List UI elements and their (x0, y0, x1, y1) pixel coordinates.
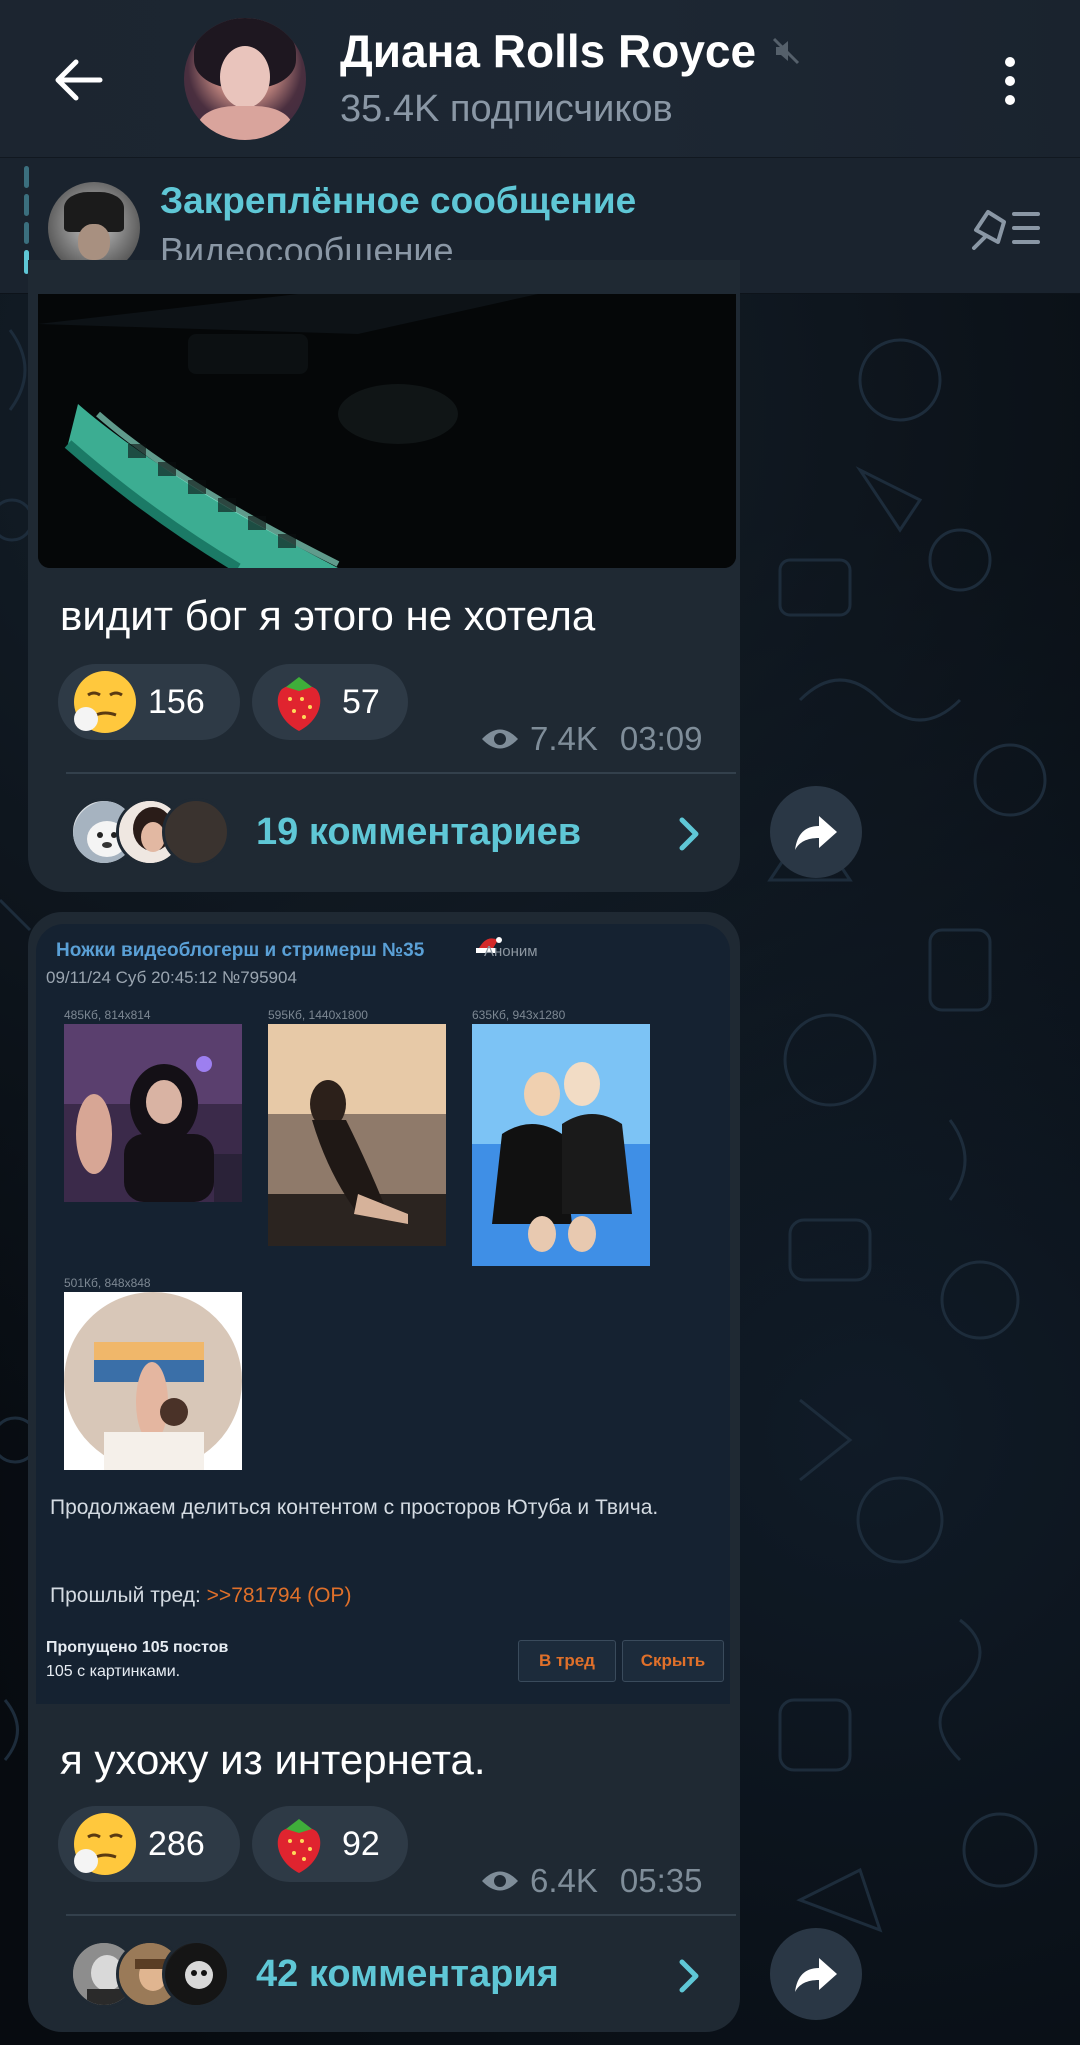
to-thread-button[interactable]: В тред (518, 1640, 616, 1682)
view-count: 6.4K (530, 1862, 598, 1899)
chat-header: Диана Rolls Royce 35.4K подписчиков (0, 0, 1080, 158)
divider (66, 1914, 736, 1916)
skipped-line: Пропущено 105 постов (46, 1639, 229, 1656)
post-title: Ножки видеоблогерш и стримерш №35 (56, 940, 425, 961)
skipped-line: 105 с картинками. (46, 1663, 181, 1680)
strawberry-icon (277, 1819, 321, 1873)
message-meta: 7.4K 03:09 (480, 720, 702, 758)
hide-button[interactable]: Скрыть (622, 1640, 724, 1682)
post-body-text: Продолжаем делиться контентом с просторо… (50, 1496, 659, 1519)
comments-count-label: 42 комментария (256, 1952, 559, 1995)
share-arrow-icon (795, 1958, 837, 1992)
back-button[interactable] (48, 50, 108, 110)
eye-icon (482, 1871, 518, 1891)
pin-indicator (24, 222, 29, 244)
post-image[interactable] (472, 1024, 650, 1266)
reaction-chip[interactable]: 92 (252, 1806, 408, 1882)
reaction-chip[interactable]: 286 (58, 1806, 240, 1882)
reaction-chip[interactable]: 57 (252, 664, 408, 740)
file-info: 501Кб, 848x848 (64, 1276, 151, 1290)
message-text: я ухожу из интернета. (60, 1736, 486, 1783)
unamused-face-icon (74, 671, 136, 733)
post-image[interactable] (268, 1024, 446, 1246)
strawberry-icon (277, 677, 321, 731)
forward-button[interactable] (770, 1928, 862, 2020)
previous-thread: Прошлый тред: >>781794 (OP) (50, 1584, 351, 1608)
post-date: 09/11/24 Суб 20:45:12 №795904 (46, 968, 297, 987)
more-menu-button[interactable] (990, 46, 1030, 116)
post-author: Аноним (484, 943, 538, 960)
pin-indicator (24, 194, 29, 216)
file-info: 635Кб, 943x1280 (472, 1008, 566, 1022)
file-info: 485Кб, 814x814 (64, 1008, 151, 1022)
reaction-count: 156 (148, 682, 205, 721)
dot-icon (1005, 95, 1015, 105)
post-image[interactable] (64, 1292, 242, 1470)
chevron-right-icon (679, 817, 699, 851)
divider (66, 772, 736, 774)
subscriber-count: 35.4K подписчиков (340, 88, 673, 130)
dot-icon (1005, 57, 1015, 67)
message-text: видит бог я этого не хотела (60, 592, 596, 639)
message-photo[interactable] (38, 294, 736, 568)
skipped-posts: Пропущено 105 постов 105 с картинками. (46, 1636, 228, 1684)
message-time: 05:35 (619, 1862, 703, 1899)
chevron-right-icon (679, 1959, 699, 1993)
previous-thread-link[interactable]: >>781794 (OP) (207, 1584, 352, 1607)
embedded-post-screenshot[interactable]: Ножки видеоблогерш и стримерш №35 Аноним… (36, 924, 730, 1704)
reaction-chip[interactable]: 156 (58, 664, 240, 740)
post-image[interactable] (64, 1024, 242, 1202)
muted-icon (773, 37, 800, 65)
reaction-count: 92 (342, 1824, 380, 1863)
channel-name: Диана Rolls Royce (340, 25, 757, 77)
comments-button[interactable]: 42 комментария (70, 1940, 559, 2008)
comments-button[interactable]: 19 комментариев (70, 798, 581, 866)
file-info: 595Кб, 1440x1800 (268, 1008, 368, 1022)
dot-icon (1005, 76, 1015, 86)
unamused-face-icon (74, 1813, 136, 1875)
view-count: 7.4K (530, 720, 598, 757)
comments-count-label: 19 комментариев (256, 810, 582, 853)
message-meta: 6.4K 05:35 (480, 1862, 702, 1900)
channel-avatar[interactable] (184, 18, 306, 140)
pin-indicator (24, 166, 29, 188)
commenter-avatar (162, 798, 230, 866)
message-time: 03:09 (619, 720, 703, 757)
reaction-count: 57 (342, 682, 380, 721)
reaction-count: 286 (148, 1824, 205, 1863)
forward-button[interactable] (770, 786, 862, 878)
keyboard-photo (38, 294, 736, 568)
share-arrow-icon (795, 816, 837, 850)
channel-title[interactable]: Диана Rolls Royce (340, 24, 802, 78)
commenter-avatar (162, 1940, 230, 2008)
pinned-label: Закреплённое сообщение (160, 180, 637, 221)
previous-thread-label: Прошлый тред: (50, 1584, 201, 1607)
pin-list-icon[interactable] (970, 200, 1042, 256)
eye-icon (482, 729, 518, 749)
arrow-left-icon (55, 59, 103, 101)
